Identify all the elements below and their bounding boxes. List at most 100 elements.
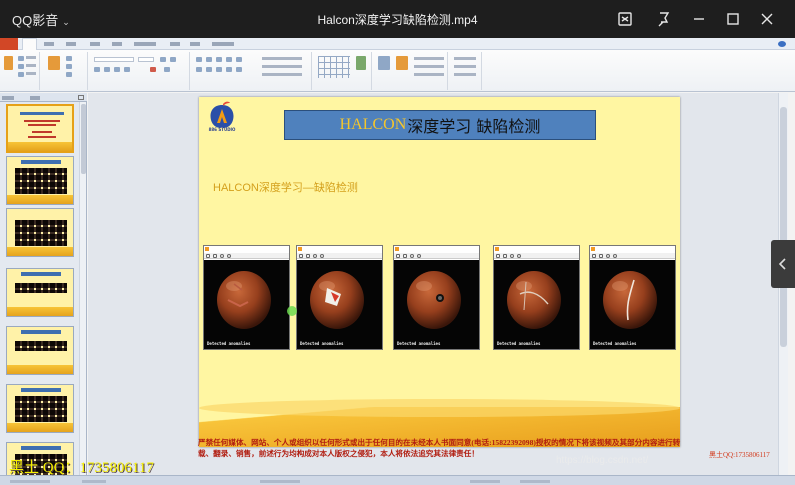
maximize-button[interactable] bbox=[720, 7, 746, 31]
hazelnut-shape bbox=[603, 271, 657, 329]
ribbon-tab bbox=[170, 42, 180, 46]
slide-editor: 886 STUDIO HALCON 深度学习 缺陷检测 HALCON深度学习—缺陷… bbox=[88, 93, 788, 485]
ribbon-file-tab bbox=[0, 38, 18, 50]
ribbon-group-editing bbox=[450, 52, 482, 90]
ribbon-group-clipboard bbox=[0, 52, 40, 90]
window-titlebar bbox=[590, 246, 675, 253]
zoom-out-icon bbox=[517, 254, 521, 258]
zoom-in-icon bbox=[510, 254, 514, 258]
ribbon-tab bbox=[90, 42, 100, 46]
window-toolbar bbox=[204, 253, 289, 259]
halcon-window: Detected anomalies bbox=[296, 245, 383, 350]
window-toolbar bbox=[297, 253, 382, 259]
window-toolbar bbox=[590, 253, 675, 259]
mouse-cursor-highlight bbox=[287, 306, 297, 316]
slide-title-latin: HALCON bbox=[339, 116, 407, 133]
anomaly-caption: Detected anomalies bbox=[593, 341, 637, 346]
qq-watermark-small: 黑土QQ:1735806117 bbox=[709, 451, 770, 459]
halcon-window-icon bbox=[298, 247, 302, 251]
ribbon-tab bbox=[112, 42, 122, 46]
hazelnut-image: Detected anomalies bbox=[394, 260, 479, 349]
ribbon-group-drawing-shapes bbox=[314, 52, 372, 90]
anomaly-caption: Detected anomalies bbox=[497, 341, 541, 346]
side-panel-toggle[interactable] bbox=[771, 240, 795, 288]
slide-subtitle: HALCON深度学习—缺陷检测 bbox=[213, 182, 358, 194]
ribbon-tab bbox=[66, 42, 76, 46]
help-icon bbox=[778, 41, 786, 47]
slide-thumbnail bbox=[6, 384, 74, 433]
pane-tabs bbox=[0, 93, 87, 102]
move-icon bbox=[599, 254, 603, 258]
pane-tab-slides bbox=[2, 96, 14, 100]
pin-button[interactable] bbox=[650, 7, 676, 31]
slide-thumbnail bbox=[6, 156, 74, 205]
slide-title-banner: HALCON 深度学习 缺陷检测 bbox=[284, 110, 596, 140]
ribbon bbox=[0, 50, 795, 92]
anomaly-caption: Detected anomalies bbox=[207, 341, 251, 346]
zoom-in-icon bbox=[606, 254, 610, 258]
hazelnut-image: Detected anomalies bbox=[297, 260, 382, 349]
hazelnut-shape bbox=[507, 271, 561, 329]
hazelnut-shape bbox=[217, 271, 271, 329]
move-icon bbox=[306, 254, 310, 258]
ribbon-group-paragraph bbox=[192, 52, 312, 90]
maximize-icon bbox=[727, 13, 739, 25]
halcon-window: Detected anomalies bbox=[393, 245, 480, 350]
zoom-in-icon bbox=[220, 254, 224, 258]
ribbon-tab bbox=[134, 42, 156, 46]
close-icon bbox=[761, 13, 773, 25]
select-icon bbox=[592, 254, 596, 258]
screenshot-button[interactable] bbox=[612, 7, 638, 31]
select-icon bbox=[299, 254, 303, 258]
select-icon bbox=[496, 254, 500, 258]
window-toolbar bbox=[394, 253, 479, 259]
move-icon bbox=[213, 254, 217, 258]
window-titlebar bbox=[394, 246, 479, 253]
slide-title-cjk: 深度学习 缺陷检测 bbox=[407, 117, 541, 136]
slide-thumbnail bbox=[6, 208, 74, 257]
move-icon bbox=[503, 254, 507, 258]
ribbon-tab bbox=[190, 42, 200, 46]
qq-watermark: 黑土 QQ：1735806117 bbox=[9, 460, 154, 476]
hazelnut-image: Detected anomalies bbox=[204, 260, 289, 349]
ribbon-group-drawing bbox=[374, 52, 448, 90]
pane-tab-outline bbox=[30, 96, 40, 100]
select-icon bbox=[396, 254, 400, 258]
window-toolbar bbox=[494, 253, 579, 259]
minimize-button[interactable] bbox=[686, 7, 712, 31]
halcon-window: Detected anomalies bbox=[589, 245, 676, 350]
side-panel-chevron-icon bbox=[778, 258, 786, 270]
hazelnut-shape bbox=[407, 271, 461, 329]
thumbnails-scrollbar bbox=[79, 102, 86, 482]
ribbon-group-slides bbox=[42, 52, 88, 90]
title-bar: QQ影音 ⌄ Halcon深度学习缺陷检测.mp4 bbox=[0, 0, 795, 38]
zoom-out-icon bbox=[613, 254, 617, 258]
hazelnut-image: Detected anomalies bbox=[494, 260, 579, 349]
csdn-watermark: https://blog.csdn.net/ bbox=[556, 455, 649, 466]
slide-thumbnail bbox=[6, 104, 74, 153]
anomaly-caption: Detected anomalies bbox=[300, 341, 344, 346]
move-icon bbox=[403, 254, 407, 258]
minimize-icon bbox=[694, 18, 704, 20]
video-frame[interactable]: 886 STUDIO HALCON 深度学习 缺陷检测 HALCON深度学习—缺陷… bbox=[0, 38, 795, 485]
zoom-out-icon bbox=[227, 254, 231, 258]
select-icon bbox=[206, 254, 210, 258]
hazelnut-image: Detected anomalies bbox=[590, 260, 675, 349]
halcon-window: Detected anomalies bbox=[203, 245, 290, 350]
slide-thumbnail bbox=[6, 268, 74, 317]
ribbon-tab bbox=[44, 42, 54, 46]
halcon-window: Detected anomalies bbox=[493, 245, 580, 350]
zoom-out-icon bbox=[417, 254, 421, 258]
zoom-in-icon bbox=[313, 254, 317, 258]
pane-close-icon bbox=[78, 95, 84, 100]
hazelnut-shape bbox=[310, 271, 364, 329]
slide-thumbnail bbox=[6, 326, 74, 375]
ribbon-tabs bbox=[0, 38, 795, 50]
close-button[interactable] bbox=[754, 7, 780, 31]
window-titlebar bbox=[204, 246, 289, 253]
halcon-window-icon bbox=[395, 247, 399, 251]
slide-thumbnails-pane bbox=[0, 93, 87, 485]
halcon-window-icon bbox=[495, 247, 499, 251]
current-slide: 886 STUDIO HALCON 深度学习 缺陷检测 HALCON深度学习—缺陷… bbox=[199, 97, 680, 447]
halcon-window-icon bbox=[591, 247, 595, 251]
